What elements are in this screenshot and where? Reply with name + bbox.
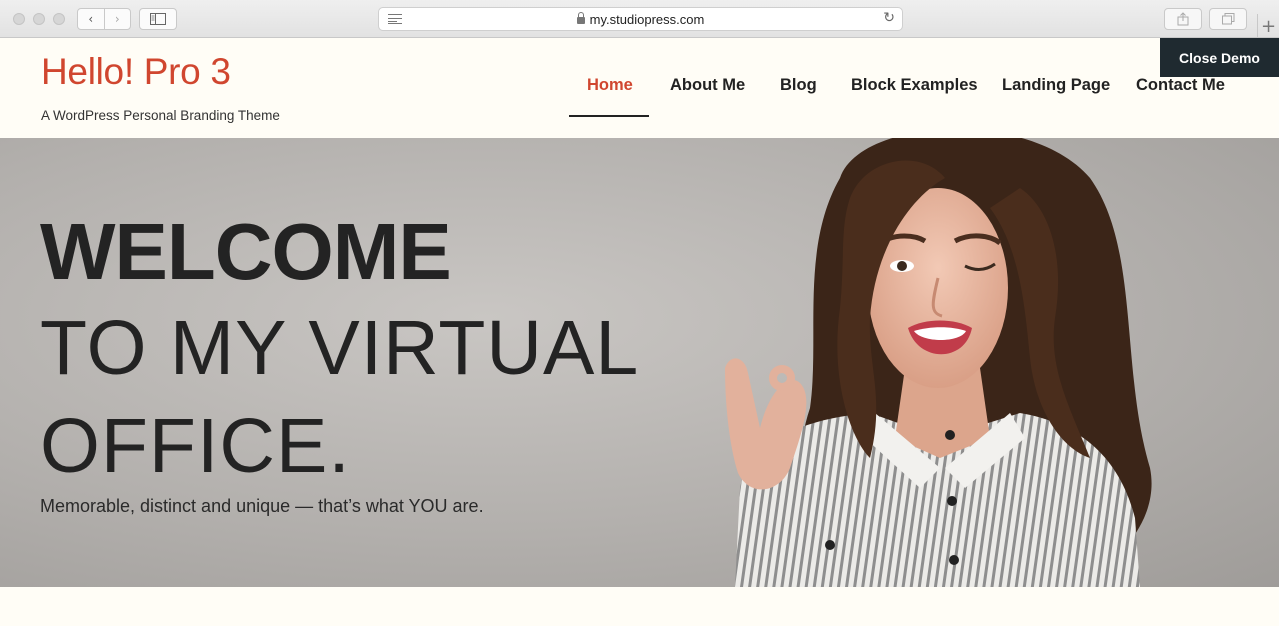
nav-item-blog[interactable]: Blog (780, 76, 817, 95)
reload-icon[interactable]: ↻ (883, 10, 895, 26)
nav-active-indicator (569, 115, 649, 117)
back-icon[interactable]: ‹ (78, 9, 104, 29)
minimize-window-button[interactable] (33, 13, 45, 25)
browser-toolbar: ‹ › my.studiopress.com ↻ + (0, 0, 1279, 38)
tabs-overview-button[interactable] (1209, 8, 1247, 30)
close-window-button[interactable] (13, 13, 25, 25)
tabs-icon (1221, 13, 1234, 25)
share-button[interactable] (1164, 8, 1202, 30)
close-demo-button[interactable]: Close Demo (1160, 38, 1279, 77)
site-description: A WordPress Personal Branding Theme (41, 108, 280, 123)
nav-item-contact-me[interactable]: Contact Me (1136, 76, 1225, 95)
address-bar[interactable]: my.studiopress.com ↻ (378, 7, 903, 31)
sidebar-icon (150, 13, 166, 25)
content-area (0, 587, 1279, 626)
hero-subtitle: Memorable, distinct and unique — that’s … (40, 496, 484, 516)
nav-item-about-me[interactable]: About Me (670, 76, 745, 95)
address-url: my.studiopress.com (589, 11, 705, 27)
new-tab-icon[interactable]: + (1257, 14, 1279, 38)
hero-section: WELCOME TO MY VIRTUAL OFFICE. Memorable,… (0, 138, 1279, 587)
hero-heading-line2: TO MY VIRTUAL (40, 305, 640, 391)
zoom-window-button[interactable] (53, 13, 65, 25)
forward-icon[interactable]: › (103, 9, 131, 29)
nav-item-landing-page[interactable]: Landing Page (1002, 76, 1110, 95)
nav-item-home[interactable]: Home (587, 76, 633, 95)
lock-icon (576, 11, 585, 24)
site-title[interactable]: Hello! Pro 3 (41, 51, 231, 93)
sidebar-toggle-button[interactable] (139, 8, 177, 30)
reader-icon[interactable] (388, 14, 402, 24)
hero-portrait-image (725, 138, 1152, 587)
hero-heading-line3: OFFICE. (40, 403, 351, 489)
hero-heading-line1: WELCOME (40, 207, 452, 296)
site-header: Hello! Pro 3 A WordPress Personal Brandi… (0, 38, 1279, 138)
history-nav: ‹ › (77, 8, 131, 30)
share-icon (1177, 12, 1189, 26)
nav-item-block-examples[interactable]: Block Examples (851, 76, 978, 95)
